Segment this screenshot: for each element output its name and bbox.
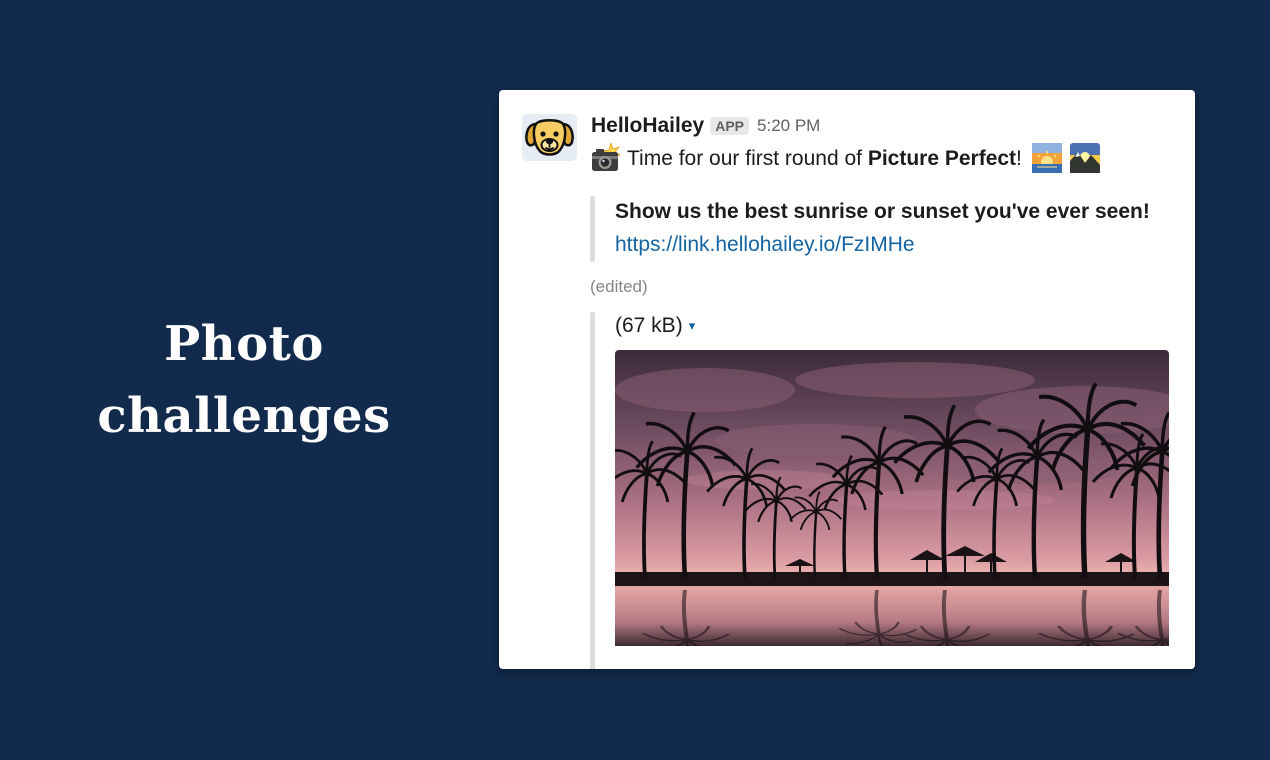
sunrise-icon (1031, 143, 1062, 173)
camera-flash-icon (591, 141, 622, 173)
attachment-bar (590, 196, 595, 262)
file-menu-caret-icon[interactable]: ▾ (689, 318, 696, 334)
message-header: HelloHailey APP 5:20 PM (591, 114, 820, 140)
avatar[interactable] (522, 114, 577, 161)
file-attachment-bar (590, 312, 595, 669)
headline-line-2: challenges (97, 388, 391, 444)
dog-face-icon (525, 119, 574, 156)
message-prefix: Time for our first round of (627, 147, 868, 170)
headline-line-1: Photo (164, 316, 324, 372)
sunset-photo[interactable] (615, 350, 1169, 646)
headline: Photo challenges (60, 308, 428, 452)
edited-label: (edited) (590, 277, 648, 296)
message-text: Time for our first round of Picture Perf… (591, 141, 1100, 178)
message-body: Time for our first round of Picture Perf… (627, 147, 1022, 170)
app-badge: APP (710, 117, 750, 135)
file-size: (67 kB) ▾ (615, 314, 695, 338)
message-suffix: ! (1016, 147, 1022, 170)
attachment-title: Show us the best sunrise or sunset you'v… (615, 200, 1150, 223)
attachment-link[interactable]: https://link.hellohailey.io/FzIMHe (615, 233, 915, 257)
sender-name[interactable]: HelloHailey (591, 114, 704, 137)
message-bold: Picture Perfect (867, 147, 1017, 170)
timestamp[interactable]: 5:20 PM (757, 116, 820, 135)
message-card: HelloHailey APP 5:20 PM Time for our first… (499, 90, 1195, 669)
sunrise-over-mountains-icon (1069, 143, 1100, 173)
file-size-label: (67 kB) (615, 314, 683, 337)
